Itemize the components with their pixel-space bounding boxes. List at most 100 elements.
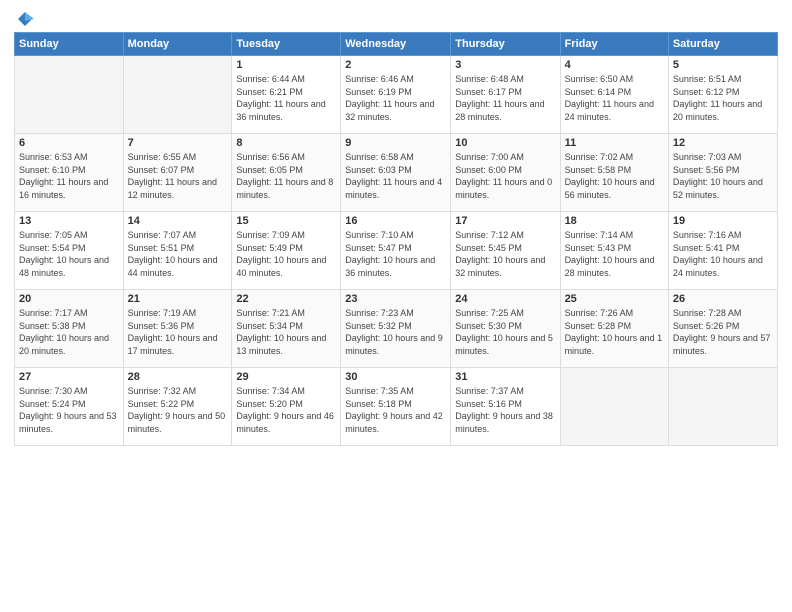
- calendar-cell: [560, 368, 668, 446]
- day-number: 12: [673, 137, 773, 149]
- day-number: 1: [236, 59, 336, 71]
- calendar-cell: 4 Sunrise: 6:50 AMSunset: 6:14 PMDaylight…: [560, 56, 668, 134]
- day-number: 5: [673, 59, 773, 71]
- calendar-header-thursday: Thursday: [451, 33, 560, 56]
- logo-icon: [16, 10, 34, 28]
- calendar-header-saturday: Saturday: [668, 33, 777, 56]
- calendar-week-2: 6 Sunrise: 6:53 AMSunset: 6:10 PMDaylight…: [15, 134, 778, 212]
- day-detail: Sunrise: 6:58 AMSunset: 6:03 PMDaylight:…: [345, 152, 442, 200]
- calendar-cell: 17Sunrise: 7:12 AMSunset: 5:45 PMDayligh…: [451, 212, 560, 290]
- calendar-cell: 25 Sunrise: 7:26 AMSunset: 5:28 PMDayligh…: [560, 290, 668, 368]
- day-detail: Sunrise: 6:48 AMSunset: 6:17 PMDaylight:…: [455, 74, 544, 122]
- calendar-cell: 24 Sunrise: 7:25 AMSunset: 5:30 PMDayligh…: [451, 290, 560, 368]
- calendar-cell: 1 Sunrise: 6:44 AMSunset: 6:21 PMDaylight…: [232, 56, 341, 134]
- calendar-header-sunday: Sunday: [15, 33, 124, 56]
- day-detail: Sunrise: 6:50 AMSunset: 6:14 PMDaylight:…: [565, 74, 654, 122]
- day-number: 18: [565, 215, 664, 227]
- day-detail: Sunrise: 7:07 AMSunset: 5:51 PMDaylight:…: [128, 230, 218, 278]
- day-detail: Sunrise: 7:17 AMSunset: 5:38 PMDaylight:…: [19, 308, 109, 356]
- day-detail: Sunrise: 7:37 AMSunset: 5:16 PMDaylight:…: [455, 386, 553, 434]
- calendar-cell: 13 Sunrise: 7:05 AMSunset: 5:54 PMDayligh…: [15, 212, 124, 290]
- calendar-cell: 21Sunrise: 7:19 AMSunset: 5:36 PMDayligh…: [123, 290, 232, 368]
- day-detail: Sunrise: 7:32 AMSunset: 5:22 PMDaylight:…: [128, 386, 226, 434]
- calendar-cell: 26 Sunrise: 7:28 AMSunset: 5:26 PMDayligh…: [668, 290, 777, 368]
- day-number: 9: [345, 137, 446, 149]
- day-detail: Sunrise: 7:19 AMSunset: 5:36 PMDaylight:…: [128, 308, 218, 356]
- day-number: 10: [455, 137, 555, 149]
- day-number: 19: [673, 215, 773, 227]
- day-number: 31: [455, 371, 555, 383]
- calendar-cell: 2 Sunrise: 6:46 AMSunset: 6:19 PMDaylight…: [341, 56, 451, 134]
- day-detail: Sunrise: 6:55 AMSunset: 6:07 PMDaylight:…: [128, 152, 217, 200]
- day-number: 3: [455, 59, 555, 71]
- calendar-header-tuesday: Tuesday: [232, 33, 341, 56]
- day-detail: Sunrise: 7:25 AMSunset: 5:30 PMDaylight:…: [455, 308, 553, 356]
- calendar-header-row: SundayMondayTuesdayWednesdayThursdayFrid…: [15, 33, 778, 56]
- day-detail: Sunrise: 6:53 AMSunset: 6:10 PMDaylight:…: [19, 152, 108, 200]
- day-number: 11: [565, 137, 664, 149]
- day-detail: Sunrise: 6:46 AMSunset: 6:19 PMDaylight:…: [345, 74, 434, 122]
- calendar-table: SundayMondayTuesdayWednesdayThursdayFrid…: [14, 32, 778, 446]
- calendar-cell: 27 Sunrise: 7:30 AMSunset: 5:24 PMDayligh…: [15, 368, 124, 446]
- day-number: 29: [236, 371, 336, 383]
- calendar-cell: [668, 368, 777, 446]
- day-detail: Sunrise: 7:09 AMSunset: 5:49 PMDaylight:…: [236, 230, 326, 278]
- day-detail: Sunrise: 7:21 AMSunset: 5:34 PMDaylight:…: [236, 308, 326, 356]
- day-number: 7: [128, 137, 228, 149]
- day-number: 8: [236, 137, 336, 149]
- day-number: 13: [19, 215, 119, 227]
- day-detail: Sunrise: 6:56 AMSunset: 6:05 PMDaylight:…: [236, 152, 333, 200]
- day-detail: Sunrise: 7:02 AMSunset: 5:58 PMDaylight:…: [565, 152, 655, 200]
- day-number: 2: [345, 59, 446, 71]
- day-detail: Sunrise: 7:16 AMSunset: 5:41 PMDaylight:…: [673, 230, 763, 278]
- day-detail: Sunrise: 7:26 AMSunset: 5:28 PMDaylight:…: [565, 308, 663, 356]
- calendar-cell: 14Sunrise: 7:07 AMSunset: 5:51 PMDayligh…: [123, 212, 232, 290]
- calendar-cell: 10 Sunrise: 7:00 AMSunset: 6:00 PMDayligh…: [451, 134, 560, 212]
- day-number: 30: [345, 371, 446, 383]
- calendar-header-wednesday: Wednesday: [341, 33, 451, 56]
- day-detail: Sunrise: 7:23 AMSunset: 5:32 PMDaylight:…: [345, 308, 443, 356]
- calendar-header-monday: Monday: [123, 33, 232, 56]
- day-number: 4: [565, 59, 664, 71]
- calendar-header-friday: Friday: [560, 33, 668, 56]
- calendar-cell: 29 Sunrise: 7:34 AMSunset: 5:20 PMDayligh…: [232, 368, 341, 446]
- day-detail: Sunrise: 7:34 AMSunset: 5:20 PMDaylight:…: [236, 386, 334, 434]
- calendar-cell: 6 Sunrise: 6:53 AMSunset: 6:10 PMDaylight…: [15, 134, 124, 212]
- day-detail: Sunrise: 7:03 AMSunset: 5:56 PMDaylight:…: [673, 152, 763, 200]
- calendar-cell: 12 Sunrise: 7:03 AMSunset: 5:56 PMDayligh…: [668, 134, 777, 212]
- day-number: 20: [19, 293, 119, 305]
- calendar-cell: 7 Sunrise: 6:55 AMSunset: 6:07 PMDaylight…: [123, 134, 232, 212]
- day-detail: Sunrise: 7:05 AMSunset: 5:54 PMDaylight:…: [19, 230, 109, 278]
- calendar-cell: 16Sunrise: 7:10 AMSunset: 5:47 PMDayligh…: [341, 212, 451, 290]
- day-detail: Sunrise: 7:28 AMSunset: 5:26 PMDaylight:…: [673, 308, 771, 356]
- header: [14, 10, 778, 24]
- calendar-cell: 30 Sunrise: 7:35 AMSunset: 5:18 PMDayligh…: [341, 368, 451, 446]
- day-detail: Sunrise: 6:44 AMSunset: 6:21 PMDaylight:…: [236, 74, 325, 122]
- calendar-cell: [123, 56, 232, 134]
- day-number: 25: [565, 293, 664, 305]
- day-number: 22: [236, 293, 336, 305]
- calendar-cell: 23 Sunrise: 7:23 AMSunset: 5:32 PMDayligh…: [341, 290, 451, 368]
- day-number: 27: [19, 371, 119, 383]
- calendar-cell: 28Sunrise: 7:32 AMSunset: 5:22 PMDayligh…: [123, 368, 232, 446]
- calendar-cell: 31 Sunrise: 7:37 AMSunset: 5:16 PMDayligh…: [451, 368, 560, 446]
- calendar-cell: 5Sunrise: 6:51 AMSunset: 6:12 PMDaylight…: [668, 56, 777, 134]
- calendar-cell: 11 Sunrise: 7:02 AMSunset: 5:58 PMDayligh…: [560, 134, 668, 212]
- day-detail: Sunrise: 7:10 AMSunset: 5:47 PMDaylight:…: [345, 230, 435, 278]
- day-number: 23: [345, 293, 446, 305]
- day-number: 26: [673, 293, 773, 305]
- calendar-cell: 20 Sunrise: 7:17 AMSunset: 5:38 PMDayligh…: [15, 290, 124, 368]
- day-number: 17: [455, 215, 555, 227]
- page: SundayMondayTuesdayWednesdayThursdayFrid…: [0, 0, 792, 612]
- day-number: 24: [455, 293, 555, 305]
- calendar-cell: [15, 56, 124, 134]
- day-number: 6: [19, 137, 119, 149]
- day-detail: Sunrise: 7:30 AMSunset: 5:24 PMDaylight:…: [19, 386, 117, 434]
- calendar-week-1: 1 Sunrise: 6:44 AMSunset: 6:21 PMDaylight…: [15, 56, 778, 134]
- calendar-cell: 18Sunrise: 7:14 AMSunset: 5:43 PMDayligh…: [560, 212, 668, 290]
- day-detail: Sunrise: 7:00 AMSunset: 6:00 PMDaylight:…: [455, 152, 552, 200]
- calendar-cell: 15Sunrise: 7:09 AMSunset: 5:49 PMDayligh…: [232, 212, 341, 290]
- logo-text: [14, 10, 34, 28]
- day-detail: Sunrise: 7:35 AMSunset: 5:18 PMDaylight:…: [345, 386, 443, 434]
- logo: [14, 10, 34, 24]
